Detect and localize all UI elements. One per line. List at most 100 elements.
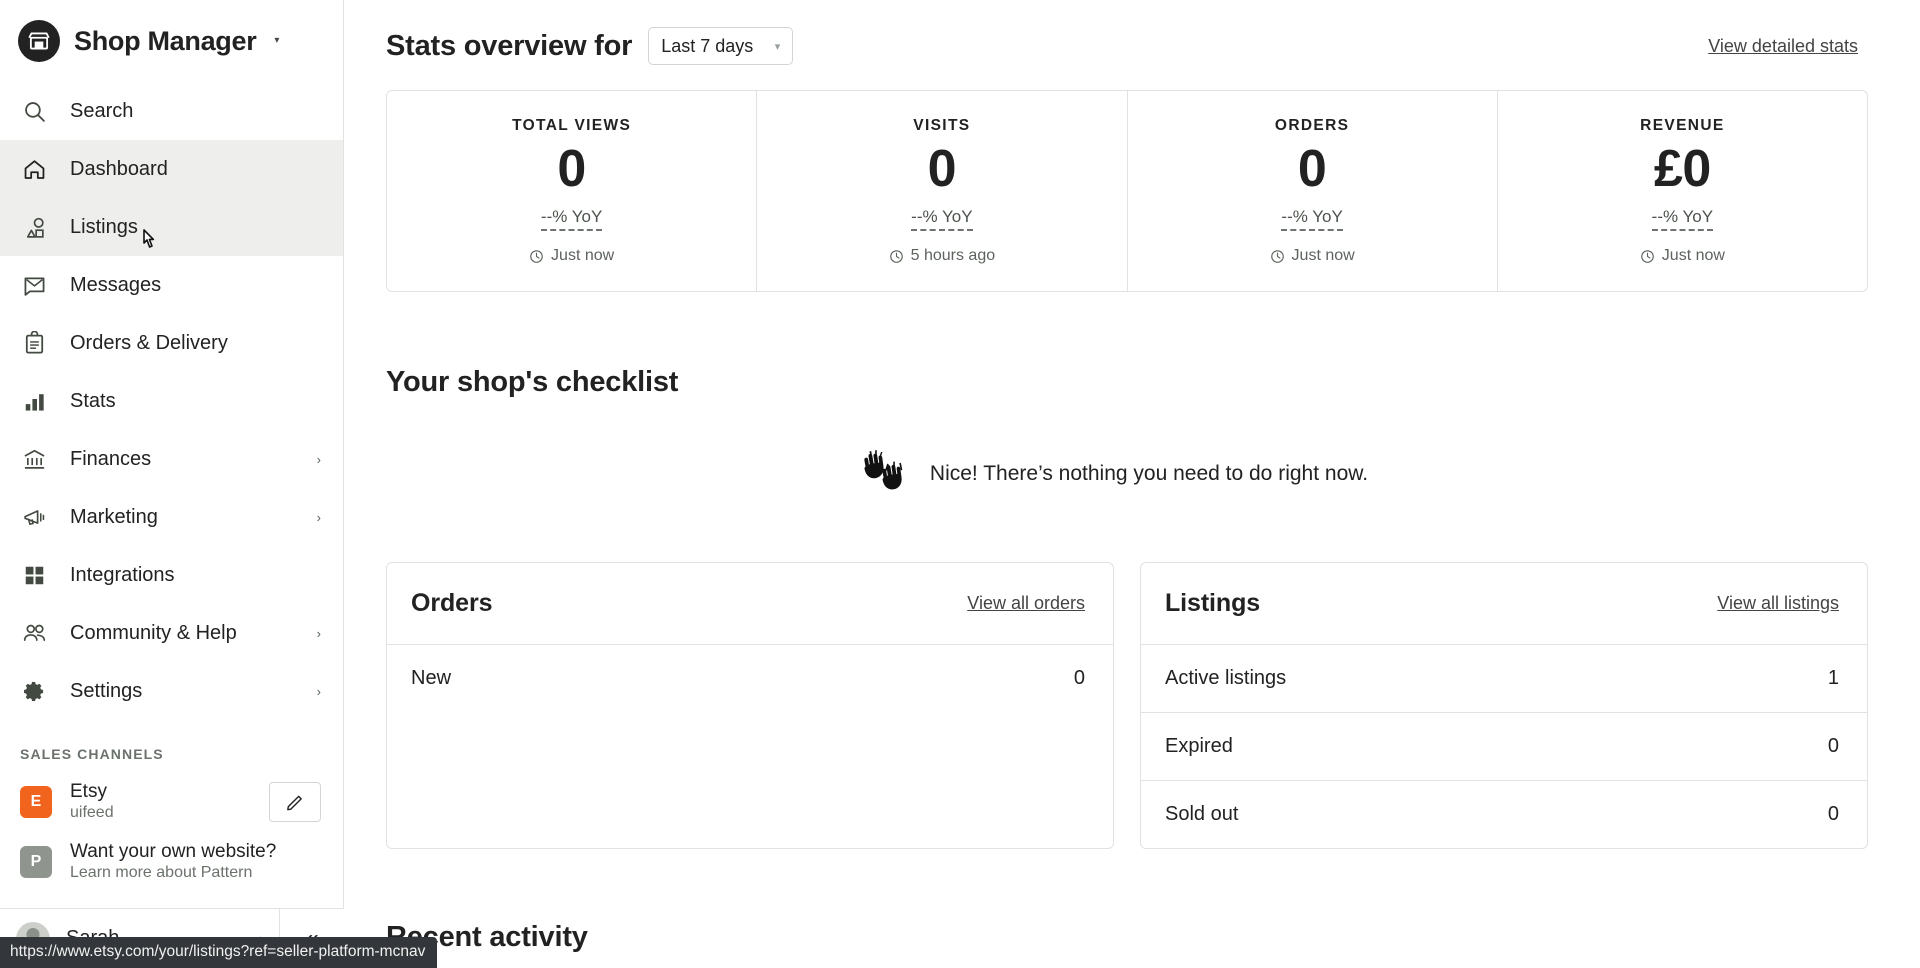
- row-label: New: [411, 667, 452, 690]
- orders-panel-title: Orders: [411, 589, 493, 618]
- stat-value: 0: [557, 140, 586, 198]
- channel-title: Want your own website?: [70, 840, 277, 862]
- home-icon: [20, 155, 48, 183]
- table-row[interactable]: Expired 0: [1141, 713, 1867, 782]
- period-select-value: Last 7 days: [661, 35, 754, 56]
- table-row[interactable]: Sold out 0: [1141, 781, 1867, 848]
- stat-card-revenue[interactable]: Revenue £0 --% YoY Just now: [1498, 91, 1867, 291]
- sidebar-item-search[interactable]: Search: [0, 82, 343, 140]
- stat-value: 0: [1297, 140, 1327, 198]
- sidebar-item-orders-delivery[interactable]: Orders & Delivery: [0, 314, 343, 372]
- stats-overview-header: Stats overview for Last 7 days ▾ View de…: [344, 18, 1920, 74]
- summary-panels: Orders View all orders New 0 Listings Vi…: [386, 562, 1868, 850]
- sidebar-item-dashboard[interactable]: Dashboard: [0, 140, 343, 198]
- sidebar-item-listings[interactable]: Listings: [0, 198, 343, 256]
- row-value: 0: [1827, 803, 1839, 826]
- stats-cards: Total views 0 --% YoY Just now Visits 0 …: [386, 90, 1868, 293]
- stat-time-text: Just now: [1661, 247, 1725, 265]
- checklist-title: Your shop's checklist: [386, 366, 679, 399]
- clipboard-icon: [20, 329, 48, 357]
- clock-icon: [889, 249, 903, 263]
- stat-timestamp: Just now: [397, 247, 746, 265]
- table-row[interactable]: New 0: [387, 645, 1113, 712]
- row-label: Sold out: [1165, 803, 1239, 826]
- stat-label: Revenue: [1640, 117, 1725, 134]
- row-value: 1: [1827, 667, 1839, 690]
- table-row[interactable]: Active listings 1: [1141, 645, 1867, 714]
- stat-timestamp: 5 hours ago: [767, 247, 1116, 265]
- sidebar-item-community-help[interactable]: Community & Help ›: [0, 604, 343, 662]
- stat-time-text: Just now: [1291, 247, 1355, 265]
- mail-icon: [20, 271, 48, 299]
- shop-manager-dashboard: Shop Manager ▾ Search Dashboard Listings…: [0, 0, 1920, 968]
- megaphone-icon: [20, 503, 48, 531]
- sidebar-item-stats[interactable]: Stats: [0, 372, 343, 430]
- etsy-shop-icon: [18, 20, 60, 62]
- recent-activity-title: Recent activity: [386, 921, 588, 954]
- stat-value: 0: [927, 140, 957, 198]
- edit-shop-button[interactable]: [269, 781, 321, 822]
- checklist-empty-message: Nice! There’s nothing you need to do rig…: [929, 461, 1369, 485]
- clock-icon: [1640, 249, 1654, 263]
- sidebar-item-messages[interactable]: Messages: [0, 256, 343, 314]
- main-content: Stats overview for Last 7 days ▾ View de…: [344, 0, 1920, 968]
- listings-panel-title: Listings: [1165, 589, 1261, 618]
- stat-yoy: --% YoY: [1281, 207, 1343, 232]
- brand-title: Shop Manager: [74, 25, 257, 56]
- sidebar-item-label: Orders & Delivery: [70, 331, 228, 354]
- view-all-orders-link[interactable]: View all orders: [967, 593, 1085, 614]
- chevron-right-icon: ›: [316, 625, 321, 641]
- sales-channel-etsy[interactable]: E Etsy uifeed: [0, 772, 343, 832]
- gear-icon: [20, 677, 48, 705]
- stat-yoy: --% YoY: [911, 207, 973, 232]
- stat-label: Visits: [913, 117, 971, 134]
- stat-card-total-views[interactable]: Total views 0 --% YoY Just now: [387, 91, 758, 292]
- sidebar-item-label: Messages: [70, 273, 162, 296]
- row-label: Active listings: [1165, 667, 1287, 690]
- stat-value: £0: [1653, 140, 1711, 198]
- sidebar-item-label: Marketing: [70, 505, 158, 528]
- stat-timestamp: Just now: [1508, 247, 1857, 265]
- people-icon: [20, 619, 48, 647]
- sidebar-item-label: Dashboard: [70, 157, 168, 180]
- view-all-listings-link[interactable]: View all listings: [1717, 593, 1839, 614]
- sidebar-item-integrations[interactable]: Integrations: [0, 546, 343, 604]
- clock-icon: [530, 249, 543, 263]
- period-select[interactable]: Last 7 days ▾: [648, 27, 794, 65]
- stat-yoy: --% YoY: [1651, 207, 1714, 232]
- etsy-badge-icon: E: [20, 785, 52, 818]
- stat-time-text: 5 hours ago: [910, 247, 996, 265]
- sidebar-item-marketing[interactable]: Marketing ›: [0, 488, 343, 546]
- stat-label: Total views: [512, 117, 632, 134]
- orders-panel: Orders View all orders New 0: [386, 562, 1114, 850]
- status-bar-url: https://www.etsy.com/your/listings?ref=s…: [0, 937, 438, 968]
- sidebar-item-label: Integrations: [70, 563, 175, 586]
- clock-icon: [1270, 249, 1284, 263]
- grid-icon: [20, 561, 48, 589]
- stat-card-orders[interactable]: Orders 0 --% YoY Just now: [1128, 91, 1498, 292]
- sidebar: Shop Manager ▾ Search Dashboard Listings…: [0, 0, 344, 968]
- sidebar-item-label: Listings: [70, 215, 138, 238]
- row-value: 0: [1073, 667, 1085, 690]
- sidebar-item-label: Finances: [70, 447, 152, 470]
- sidebar-item-settings[interactable]: Settings ›: [0, 662, 343, 720]
- chevron-down-icon[interactable]: ▾: [274, 36, 279, 46]
- orders-panel-body: New 0: [387, 645, 1113, 825]
- view-detailed-stats-link[interactable]: View detailed stats: [1708, 36, 1858, 57]
- shop-manager-brand[interactable]: Shop Manager ▾: [0, 0, 343, 82]
- bank-icon: [20, 445, 48, 473]
- stat-yoy: --% YoY: [540, 207, 603, 232]
- listings-panel-body: Active listings 1 Expired 0 Sold out 0: [1141, 645, 1867, 848]
- sales-channel-pattern[interactable]: P Want your own website? Learn more abou…: [0, 832, 343, 892]
- bar-chart-icon: [20, 387, 48, 415]
- row-value: 0: [1827, 735, 1839, 758]
- sidebar-item-finances[interactable]: Finances ›: [0, 430, 343, 488]
- orders-panel-header: Orders View all orders: [387, 563, 1113, 646]
- sidebar-nav: Search Dashboard Listings Messages Order…: [0, 82, 343, 720]
- listings-panel: Listings View all listings Active listin…: [1140, 562, 1868, 850]
- stat-label: Orders: [1274, 117, 1350, 134]
- page-title: Stats overview for: [386, 29, 633, 62]
- raising-hands-icon: [856, 445, 910, 502]
- stat-card-visits[interactable]: Visits 0 --% YoY 5 hours ago: [757, 91, 1128, 292]
- stat-timestamp: Just now: [1138, 247, 1487, 265]
